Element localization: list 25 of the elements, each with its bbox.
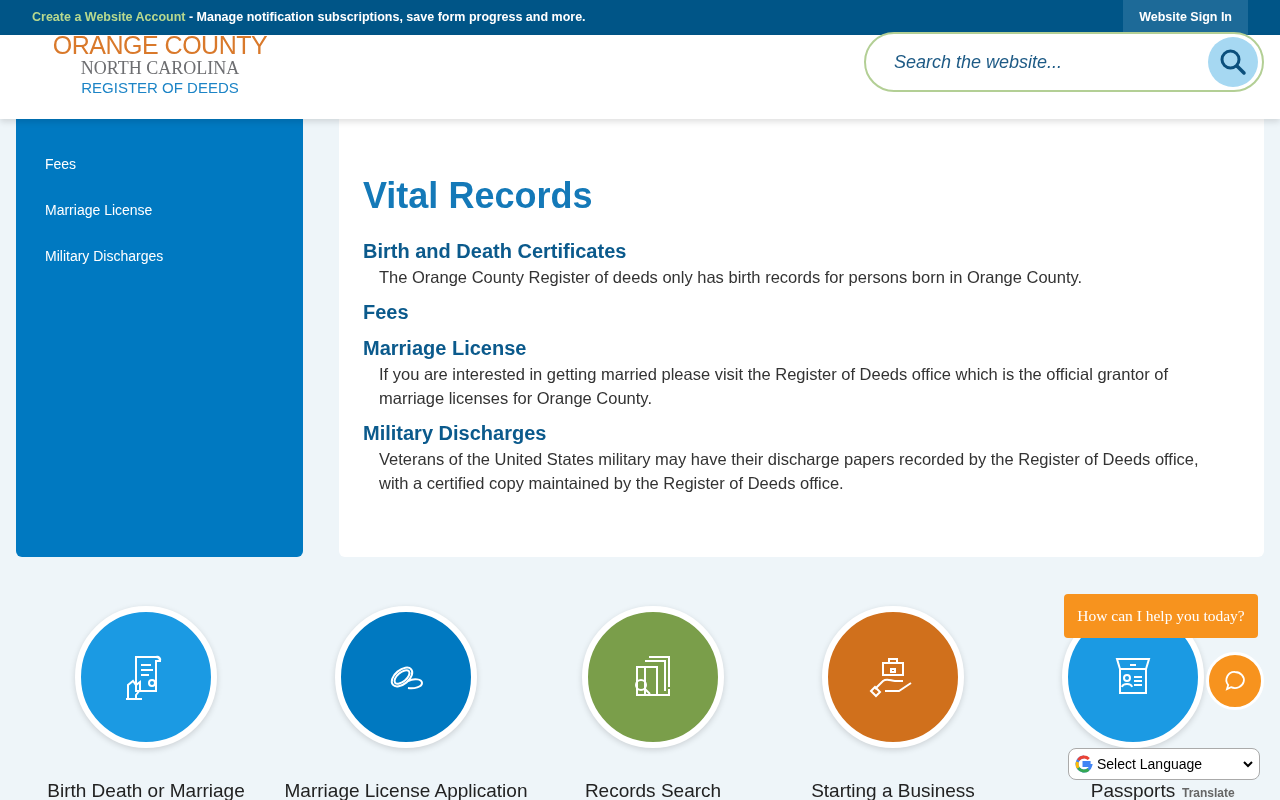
chevron-down-icon xyxy=(1243,760,1253,768)
google-icon xyxy=(1075,755,1093,773)
section-description: If you are interested in getting married please visit the Register of Deeds office which is the official grantor of marriage licenses for Orange County. xyxy=(378,364,1170,409)
section-link[interactable]: Fees xyxy=(363,299,1240,325)
section-description: The Orange County Register of deeds only has birth records for persons born in Orange County. xyxy=(378,267,1084,288)
logo-title: ORANGE COUNTY xyxy=(52,32,268,59)
page-title: Vital Records xyxy=(363,174,594,218)
language-select[interactable]: Select Language xyxy=(1068,748,1260,780)
section-link[interactable]: Marriage License xyxy=(363,335,1240,361)
search-input[interactable]: Search the website... xyxy=(894,48,1184,76)
section-link[interactable]: Birth and Death Certificates xyxy=(363,238,1240,264)
sidebar-link[interactable]: Fees xyxy=(45,155,303,201)
logo-subtitle: NORTH CAROLINA xyxy=(80,59,240,78)
section-description: Veterans of the United States military may have their discharge papers recorded by the Register of Deeds office, with a certified copy maintained by the Register of Deeds office. xyxy=(378,449,1200,494)
sidebar-link[interactable]: Military Discharges xyxy=(45,247,303,293)
translate-label: Translate xyxy=(1182,785,1235,800)
logo-department: REGISTER OF DEEDS xyxy=(81,78,239,98)
section-link[interactable]: Military Discharges xyxy=(363,420,1240,446)
speech-bubble-icon xyxy=(1223,669,1247,693)
search-icon[interactable] xyxy=(1208,37,1258,87)
search-field[interactable]: Search the website... xyxy=(864,32,1264,92)
notification-banner-text: Create a Website Account - Manage notification subscriptions, save form progress and more. xyxy=(32,9,586,27)
sidebar-link[interactable]: Marriage License xyxy=(45,201,303,247)
create-account-link[interactable]: Create a Website Account xyxy=(32,10,186,25)
quick-link-label[interactable]: Records Search xyxy=(584,781,722,800)
